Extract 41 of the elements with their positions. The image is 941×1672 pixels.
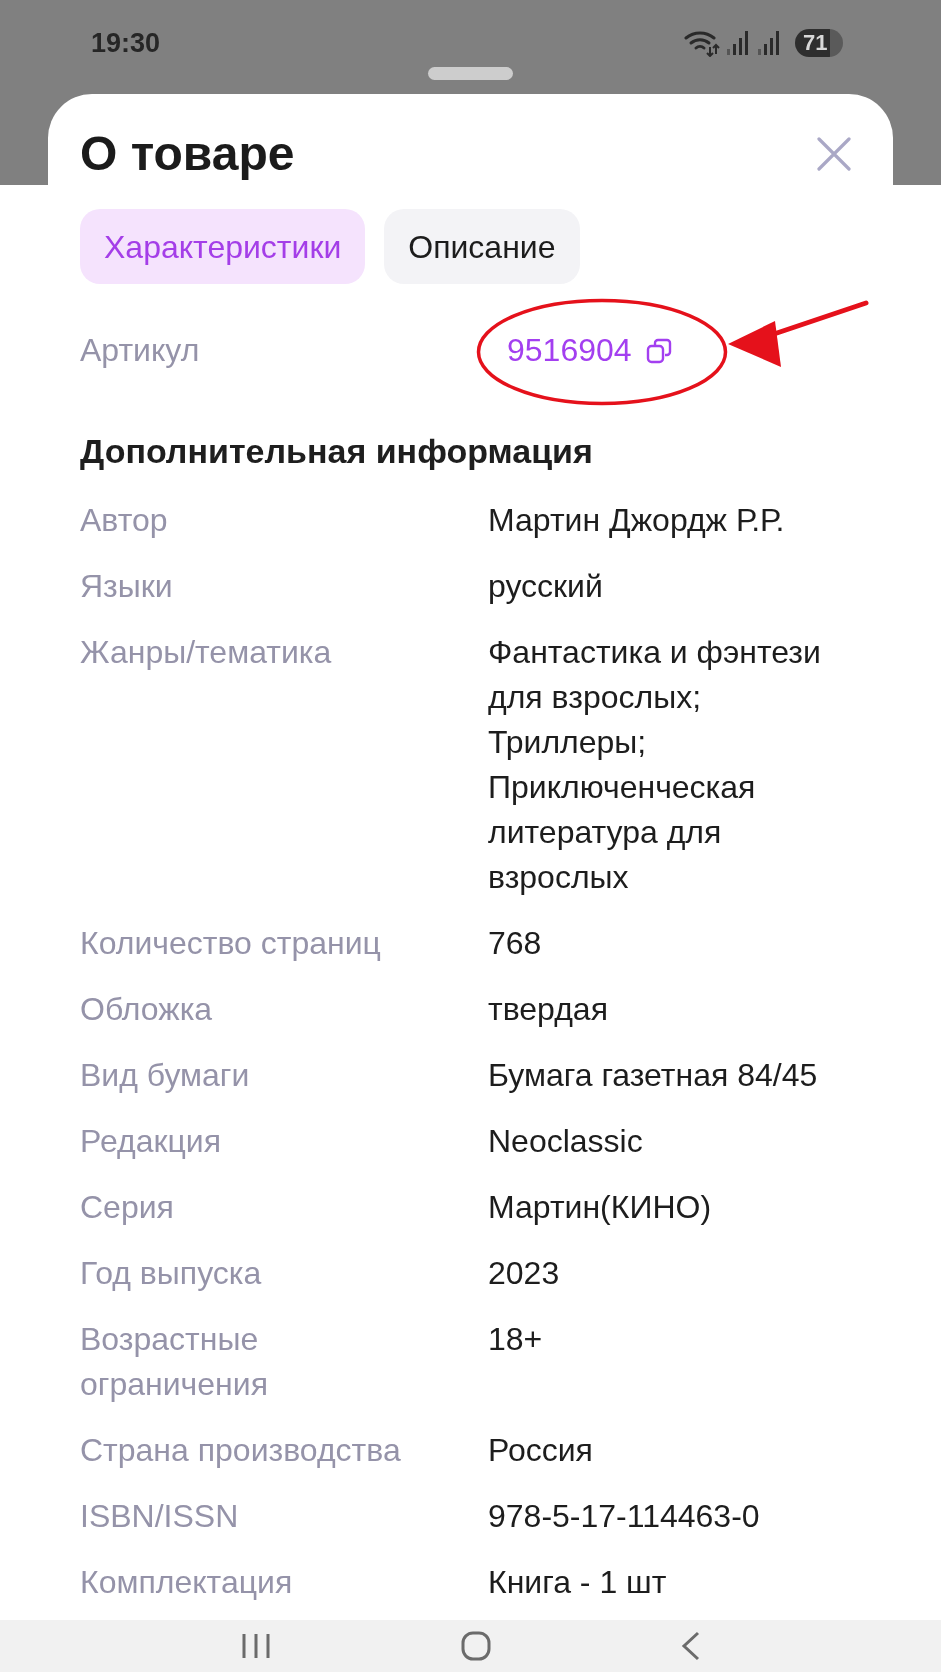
spec-label: Возрастные ограничения (80, 1320, 269, 1404)
article-label: Артикул (80, 331, 201, 370)
spec-value: Мартин(КИНО) (488, 1188, 712, 1227)
back-icon[interactable] (680, 1631, 701, 1661)
spec-value: 18+ (488, 1320, 543, 1359)
spec-value: 768 (488, 924, 542, 963)
signal-icon (758, 31, 782, 55)
status-time: 19:30 (91, 27, 161, 59)
spec-value: Фантастика и фэнтези для взрослых; Триллеры; Приключенческая литература для взрослых (488, 633, 822, 897)
spec-value: твердая (488, 990, 608, 1029)
spec-label: Языки (80, 567, 173, 606)
sheet-title: О товаре (80, 126, 295, 182)
spec-label: Обложка (80, 990, 213, 1029)
spec-value: Книга - 1 шт (488, 1563, 667, 1602)
recents-icon[interactable] (240, 1632, 271, 1660)
signal-icon (727, 31, 751, 55)
spec-value: 2023 (488, 1254, 560, 1293)
spec-label: Автор (80, 501, 168, 540)
spec-value: Neoclassic (488, 1122, 643, 1161)
drag-handle[interactable] (428, 67, 513, 80)
spec-label: Серия (80, 1188, 174, 1227)
spec-label: ISBN/ISSN (80, 1497, 239, 1536)
spec-label: Жанры/тематика (80, 633, 332, 672)
section-heading: Дополнительная информация (80, 431, 594, 472)
spec-label: Страна производства (80, 1431, 401, 1470)
spec-label: Комплектация (80, 1563, 293, 1602)
copy-icon (645, 337, 672, 364)
spec-label: Вид бумаги (80, 1056, 250, 1095)
battery-indicator: 71 (795, 29, 843, 57)
home-icon[interactable] (460, 1631, 491, 1661)
spec-value: Россия (488, 1431, 593, 1470)
tab[interactable]: Характеристики (80, 209, 366, 284)
spec-value: Мартин Джордж Р.Р. (488, 501, 785, 540)
tab[interactable]: Описание (384, 209, 580, 284)
wifi-icon (684, 29, 720, 57)
spec-value: русский (488, 567, 603, 606)
spec-label: Количество страниц (80, 924, 381, 963)
spec-value: Бумага газетная 84/45 (488, 1056, 818, 1095)
spec-value: 978-5-17-114463-0 (488, 1497, 760, 1536)
spec-label: Год выпуска (80, 1254, 262, 1293)
spec-label: Редакция (80, 1122, 222, 1161)
